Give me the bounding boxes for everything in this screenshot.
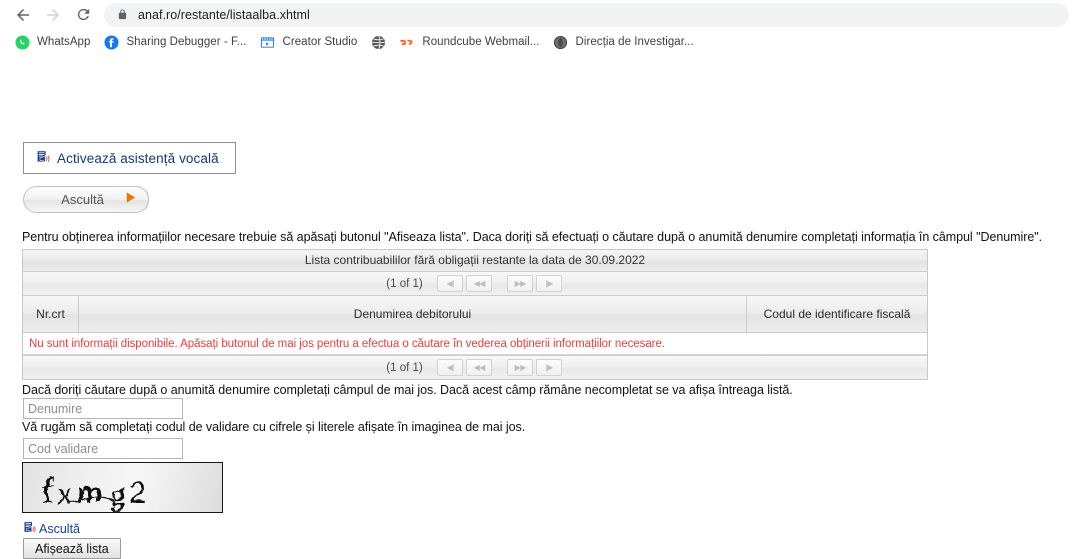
table-header-row: Nr.crt Denumirea debitorului Codul de id… <box>23 296 927 333</box>
table-title: Lista contribuabililor fără obligații re… <box>23 250 927 272</box>
bookmark-globe[interactable] <box>366 31 393 53</box>
prev-page-icon[interactable]: ◀◀ <box>466 275 493 292</box>
play-triangle-icon <box>123 190 138 210</box>
first-page-icon[interactable]: ◀| <box>437 359 464 376</box>
bookmark-roundcube-webmail[interactable]: Roundcube Webmail... <box>395 31 546 53</box>
next-page-icon[interactable]: ▶▶ <box>507 275 534 292</box>
bookmark-label: Roundcube Webmail... <box>422 36 540 48</box>
denumire-input[interactable] <box>23 398 183 419</box>
back-button[interactable] <box>8 2 38 28</box>
next-page-icon[interactable]: ▶▶ <box>507 359 534 376</box>
document-speaker-icon <box>23 521 38 536</box>
address-bar[interactable]: anaf.ro/restante/listaalba.xhtml <box>104 2 1069 27</box>
readspeaker-play-button[interactable] <box>113 186 149 213</box>
bookmark-creator-studio[interactable]: Creator Studio <box>256 31 365 53</box>
bookmarks-bar: WhatsApp Sharing Debugger - F... Creator… <box>0 29 1077 55</box>
svg-text:m: m <box>75 476 101 508</box>
listen-link[interactable]: Ascultă <box>23 521 80 536</box>
svg-text:g: g <box>108 475 124 511</box>
activate-voice-label: Activează asistență vocală <box>57 150 219 166</box>
show-list-button[interactable]: Afișează lista <box>23 538 121 559</box>
whatsapp-icon <box>14 34 30 50</box>
intro-instructions: Pentru obținerea informațiilor necesare … <box>22 230 1043 244</box>
forward-button[interactable] <box>38 2 68 28</box>
facebook-icon <box>103 34 119 50</box>
table-empty-message: Nu sunt informații disponibile. Apăsați … <box>29 337 665 350</box>
activate-voice-assistance-button[interactable]: Activează asistență vocală <box>23 142 236 174</box>
contributors-table: Lista contribuabililor fără obligații re… <box>22 249 928 380</box>
svg-text:x: x <box>56 478 70 508</box>
table-pager-top: (1 of 1) ◀| ◀◀ ▶▶ |▶ <box>23 272 927 296</box>
cpanel-icon <box>399 34 415 50</box>
bookmark-whatsapp[interactable]: WhatsApp <box>10 31 97 53</box>
arrow-right-icon <box>44 6 62 24</box>
url-text: anaf.ro/restante/listaalba.xhtml <box>138 7 310 22</box>
svg-text:f: f <box>40 469 53 510</box>
bookmark-diicot[interactable]: Direcția de Investigar... <box>549 31 701 53</box>
captcha-glyphs: f x m g 2 <box>40 469 144 511</box>
prev-page-icon[interactable]: ◀◀ <box>466 359 493 376</box>
column-header-denumire[interactable]: Denumirea debitorului <box>79 296 747 332</box>
bookmark-label: Direcția de Investigar... <box>575 36 694 48</box>
arrow-left-icon <box>14 6 32 24</box>
reload-icon <box>75 6 92 23</box>
validation-code-input[interactable] <box>23 438 183 459</box>
pager-count: (1 of 1) <box>386 361 423 374</box>
creator-studio-icon <box>260 34 276 50</box>
bookmark-sharing-debugger[interactable]: Sharing Debugger - F... <box>99 31 253 53</box>
column-header-cif[interactable]: Codul de identificare fiscală <box>747 296 927 332</box>
table-empty-row: Nu sunt informații disponibile. Apăsați … <box>23 333 927 355</box>
column-header-nrcrt[interactable]: Nr.crt <box>23 296 79 332</box>
last-page-icon[interactable]: |▶ <box>536 359 563 376</box>
browser-toolbar: anaf.ro/restante/listaalba.xhtml <box>0 0 1077 29</box>
lock-icon <box>116 8 129 22</box>
captcha-image: f x m g 2 <box>22 462 223 513</box>
globe-icon <box>370 34 386 50</box>
diicot-icon <box>553 34 569 50</box>
search-hint: Dacă doriți căutare după o anumită denum… <box>22 383 793 397</box>
svg-text:2: 2 <box>127 475 144 508</box>
browser-chrome: anaf.ro/restante/listaalba.xhtml WhatsAp… <box>0 0 1077 55</box>
bookmark-label: WhatsApp <box>37 36 91 48</box>
table-pager-bottom: (1 of 1) ◀| ◀◀ ▶▶ |▶ <box>23 355 927 379</box>
document-speaker-icon <box>36 150 52 166</box>
page-content: Activează asistență vocală Ascultă Pentr… <box>0 55 1077 559</box>
last-page-icon[interactable]: |▶ <box>536 275 563 292</box>
pager-count: (1 of 1) <box>386 277 423 290</box>
bookmark-label: Sharing Debugger - F... <box>126 36 247 48</box>
captcha-hint: Vă rugăm să completați codul de validare… <box>22 420 526 434</box>
first-page-icon[interactable]: ◀| <box>437 275 464 292</box>
bookmark-label: Creator Studio <box>282 36 358 48</box>
reload-button[interactable] <box>68 2 98 28</box>
